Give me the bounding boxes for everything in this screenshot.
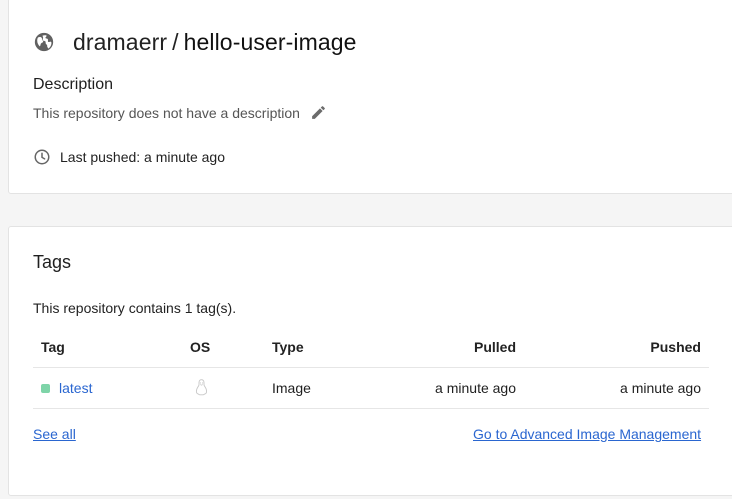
tag-cell: latest — [41, 380, 92, 396]
tag-pulled: a minute ago — [435, 380, 516, 396]
tag-status-indicator — [41, 383, 50, 393]
globe-icon — [34, 32, 54, 52]
description-heading: Description — [33, 76, 114, 93]
repository-header: dramaerr / hello-user-image — [33, 27, 357, 57]
repository-owner: dramaerr — [73, 28, 168, 55]
column-header-os: OS — [190, 339, 211, 355]
last-pushed-row: Last pushed: a minute ago — [33, 148, 225, 166]
table-row: latest Image a minute ago a minute ago — [33, 368, 709, 409]
tags-card: Tags This repository contains 1 tag(s). … — [8, 226, 732, 496]
tag-link-latest[interactable]: latest — [59, 380, 92, 396]
description-row: This repository does not have a descript… — [33, 104, 327, 121]
tags-title: Tags — [33, 252, 72, 272]
column-header-pushed: Pushed — [650, 339, 701, 355]
column-header-tag: Tag — [41, 339, 65, 355]
tag-type: Image — [272, 380, 311, 396]
column-header-type: Type — [272, 339, 304, 355]
advanced-image-management-link[interactable]: Go to Advanced Image Management — [473, 426, 701, 442]
tags-summary: This repository contains 1 tag(s). — [33, 300, 237, 316]
pencil-icon[interactable] — [310, 104, 327, 121]
last-pushed-text: Last pushed: a minute ago — [60, 149, 226, 165]
description-text: This repository does not have a descript… — [33, 104, 300, 121]
repository-image-name: hello-user-image — [183, 28, 357, 55]
tag-pushed: a minute ago — [620, 380, 701, 396]
column-header-pulled: Pulled — [473, 339, 516, 355]
clock-icon — [34, 149, 50, 165]
tags-table-header: Tag OS Type Pulled Pushed — [33, 327, 709, 368]
see-all-link[interactable]: See all — [33, 426, 76, 442]
linux-icon — [195, 379, 208, 396]
repository-separator: / — [172, 28, 179, 55]
repository-title: dramaerr / hello-user-image — [73, 29, 357, 56]
tags-table: Tag OS Type Pulled Pushed latest Image a… — [33, 327, 709, 409]
repository-info-card: dramaerr / hello-user-image Description Th… — [8, 0, 732, 194]
